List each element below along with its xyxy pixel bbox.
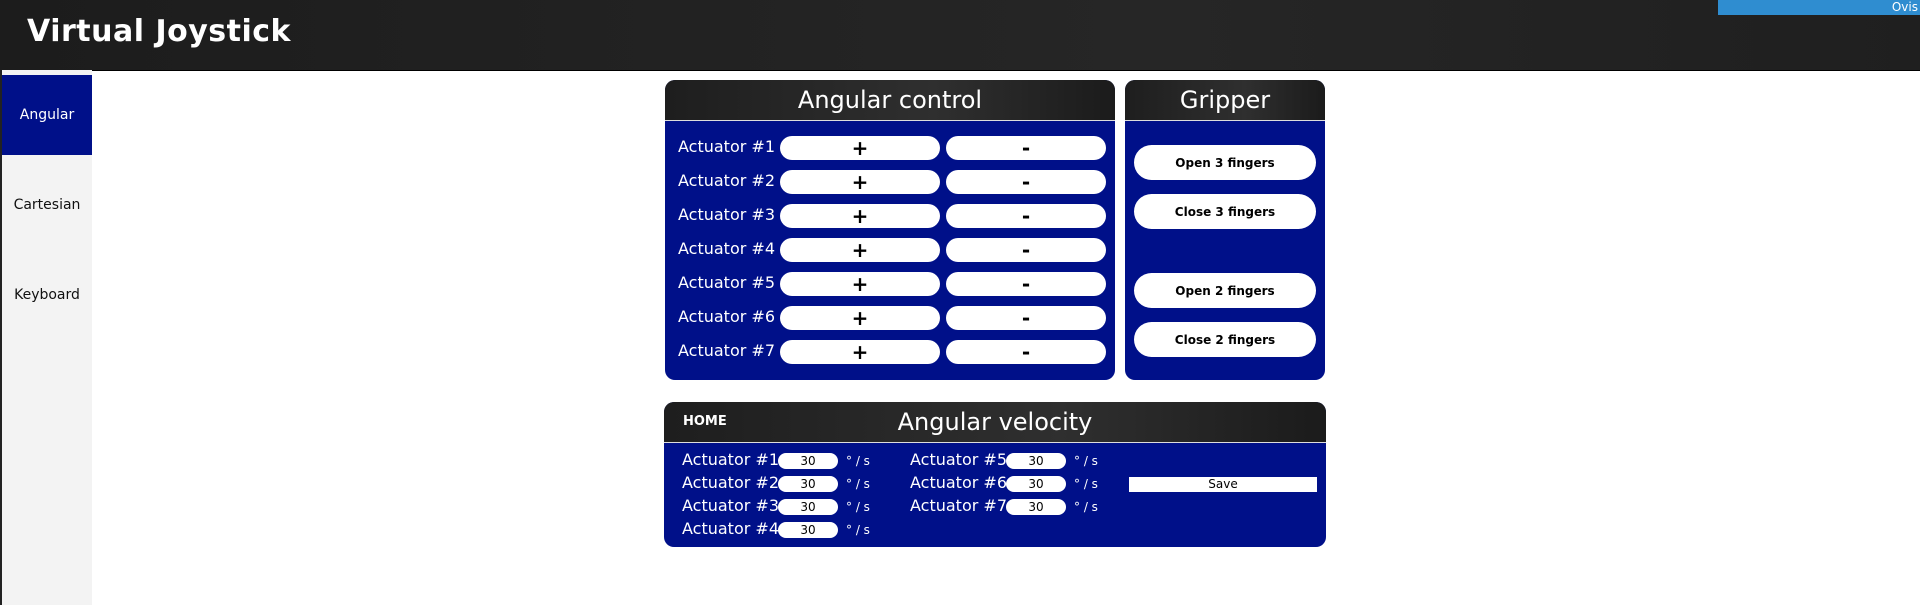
velocity-unit: ° / s <box>1074 500 1098 514</box>
velocity-input[interactable] <box>1006 499 1066 515</box>
velocity-input[interactable] <box>778 499 838 515</box>
top-bar: Virtual Joystick Ovis <box>0 0 1920 71</box>
actuator-plus-button[interactable]: + <box>780 238 940 262</box>
home-button[interactable]: HOME <box>683 414 727 429</box>
velocity-unit: ° / s <box>1074 454 1098 468</box>
actuator-label: Actuator #6 <box>678 307 775 326</box>
actuator-minus-button[interactable]: - <box>946 306 1106 330</box>
velocity-actuator-label: Actuator #2 <box>682 473 779 492</box>
actuator-minus-button[interactable]: - <box>946 170 1106 194</box>
velocity-unit: ° / s <box>846 477 870 491</box>
velocity-input[interactable] <box>1006 453 1066 469</box>
velocity-input[interactable] <box>778 522 838 538</box>
actuator-label: Actuator #3 <box>678 205 775 224</box>
sidebar: Angular Cartesian Keyboard <box>2 70 92 605</box>
velocity-input[interactable] <box>1006 476 1066 492</box>
angular-control-title: Angular control <box>665 80 1115 121</box>
actuator-row: Actuator #6 + - <box>665 303 1115 333</box>
actuator-plus-button[interactable]: + <box>780 306 940 330</box>
velocity-input[interactable] <box>778 476 838 492</box>
velocity-input[interactable] <box>778 453 838 469</box>
angular-velocity-panel: Angular velocity HOME Actuator #1 ° / s Ac… <box>664 402 1326 547</box>
actuator-label: Actuator #2 <box>678 171 775 190</box>
actuator-minus-button[interactable]: - <box>946 204 1106 228</box>
velocity-unit: ° / s <box>846 523 870 537</box>
velocity-actuator-label: Actuator #6 <box>910 473 1007 492</box>
sidebar-item-angular[interactable]: Angular <box>2 75 92 155</box>
gripper-title: Gripper <box>1125 80 1325 121</box>
actuator-label: Actuator #4 <box>678 239 775 258</box>
velocity-actuator-label: Actuator #1 <box>682 450 779 469</box>
open-2-fingers-button[interactable]: Open 2 fingers <box>1134 273 1316 308</box>
velocity-actuator-label: Actuator #4 <box>682 519 779 538</box>
actuator-label: Actuator #7 <box>678 341 775 360</box>
actuator-row: Actuator #7 + - <box>665 337 1115 367</box>
actuator-plus-button[interactable]: + <box>780 204 940 228</box>
actuator-minus-button[interactable]: - <box>946 136 1106 160</box>
actuator-row: Actuator #1 + - <box>665 133 1115 163</box>
actuator-row: Actuator #2 + - <box>665 167 1115 197</box>
velocity-unit: ° / s <box>846 454 870 468</box>
actuator-plus-button[interactable]: + <box>780 136 940 160</box>
sidebar-item-keyboard[interactable]: Keyboard <box>2 255 92 335</box>
actuator-label: Actuator #1 <box>678 137 775 156</box>
open-3-fingers-button[interactable]: Open 3 fingers <box>1134 145 1316 180</box>
velocity-actuator-label: Actuator #7 <box>910 496 1007 515</box>
sidebar-item-cartesian[interactable]: Cartesian <box>2 165 92 245</box>
save-button[interactable]: Save <box>1129 477 1317 492</box>
angular-velocity-title: Angular velocity <box>664 402 1326 443</box>
close-3-fingers-button[interactable]: Close 3 fingers <box>1134 194 1316 229</box>
velocity-unit: ° / s <box>1074 477 1098 491</box>
actuator-row: Actuator #4 + - <box>665 235 1115 265</box>
actuator-plus-button[interactable]: + <box>780 170 940 194</box>
actuator-row: Actuator #3 + - <box>665 201 1115 231</box>
actuator-row: Actuator #5 + - <box>665 269 1115 299</box>
actuator-plus-button[interactable]: + <box>780 340 940 364</box>
actuator-minus-button[interactable]: - <box>946 238 1106 262</box>
velocity-actuator-label: Actuator #3 <box>682 496 779 515</box>
actuator-minus-button[interactable]: - <box>946 272 1106 296</box>
actuator-minus-button[interactable]: - <box>946 340 1106 364</box>
velocity-actuator-label: Actuator #5 <box>910 450 1007 469</box>
velocity-unit: ° / s <box>846 500 870 514</box>
actuator-label: Actuator #5 <box>678 273 775 292</box>
gripper-panel: Gripper Open 3 fingers Close 3 fingers O… <box>1125 80 1325 380</box>
angular-control-panel: Angular control Actuator #1 + - Actuator #2… <box>665 80 1115 380</box>
close-2-fingers-button[interactable]: Close 2 fingers <box>1134 322 1316 357</box>
user-badge[interactable]: Ovis <box>1718 0 1920 15</box>
actuator-plus-button[interactable]: + <box>780 272 940 296</box>
app-title: Virtual Joystick <box>27 14 291 49</box>
